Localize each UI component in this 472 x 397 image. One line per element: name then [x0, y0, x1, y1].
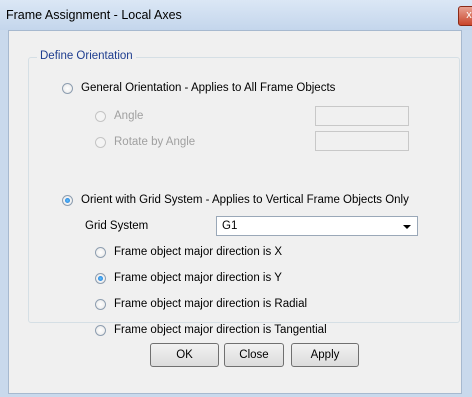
window-title: Frame Assignment - Local Axes: [6, 8, 182, 22]
direction-option-tangential[interactable]: Frame object major direction is Tangenti…: [95, 324, 327, 336]
grid-orientation-radio[interactable]: [62, 194, 73, 206]
direction-y-radio[interactable]: [95, 272, 106, 284]
rotate-by-angle-radio[interactable]: [95, 136, 106, 148]
direction-option-y[interactable]: Frame object major direction is Y: [95, 272, 282, 284]
direction-y-label: Frame object major direction is Y: [114, 272, 282, 284]
direction-option-radial[interactable]: Frame object major direction is Radial: [95, 298, 307, 310]
general-orientation-label: General Orientation - Applies to All Fra…: [81, 82, 336, 94]
window-close-button[interactable]: x: [458, 6, 472, 26]
angle-radio[interactable]: [95, 110, 106, 122]
rotate-by-angle-label: Rotate by Angle: [114, 136, 196, 148]
apply-button[interactable]: Apply: [291, 343, 359, 367]
general-orientation-option[interactable]: General Orientation - Applies to All Fra…: [62, 82, 335, 94]
direction-tangential-label: Frame object major direction is Tangenti…: [114, 324, 327, 336]
rotate-by-angle-option[interactable]: Rotate by Angle: [95, 136, 195, 148]
grid-system-value: G1: [222, 220, 238, 232]
rotate-by-angle-input[interactable]: [315, 131, 409, 151]
direction-x-radio[interactable]: [95, 246, 106, 258]
close-button[interactable]: Close: [224, 343, 284, 367]
group-legend: Define Orientation: [37, 50, 136, 62]
angle-option[interactable]: Angle: [95, 110, 143, 122]
grid-system-label: Grid System: [85, 220, 149, 232]
grid-system-select[interactable]: G1: [216, 216, 418, 236]
title-bar[interactable]: Frame Assignment - Local Axes x: [0, 0, 472, 30]
angle-label: Angle: [114, 110, 144, 122]
grid-orientation-label: Orient with Grid System - Applies to Ver…: [81, 194, 409, 206]
direction-radial-label: Frame object major direction is Radial: [114, 298, 308, 310]
direction-option-x[interactable]: Frame object major direction is X: [95, 246, 282, 258]
direction-radial-radio[interactable]: [95, 298, 106, 310]
angle-input[interactable]: [315, 106, 409, 126]
direction-x-label: Frame object major direction is X: [114, 246, 283, 258]
close-icon: x: [466, 9, 472, 21]
ok-button[interactable]: OK: [150, 343, 219, 367]
chevron-down-icon: [403, 225, 411, 229]
grid-orientation-option[interactable]: Orient with Grid System - Applies to Ver…: [62, 194, 409, 206]
dialog-body: Define Orientation General Orientation -…: [8, 30, 462, 394]
direction-tangential-radio[interactable]: [95, 324, 106, 336]
general-orientation-radio[interactable]: [62, 82, 73, 94]
